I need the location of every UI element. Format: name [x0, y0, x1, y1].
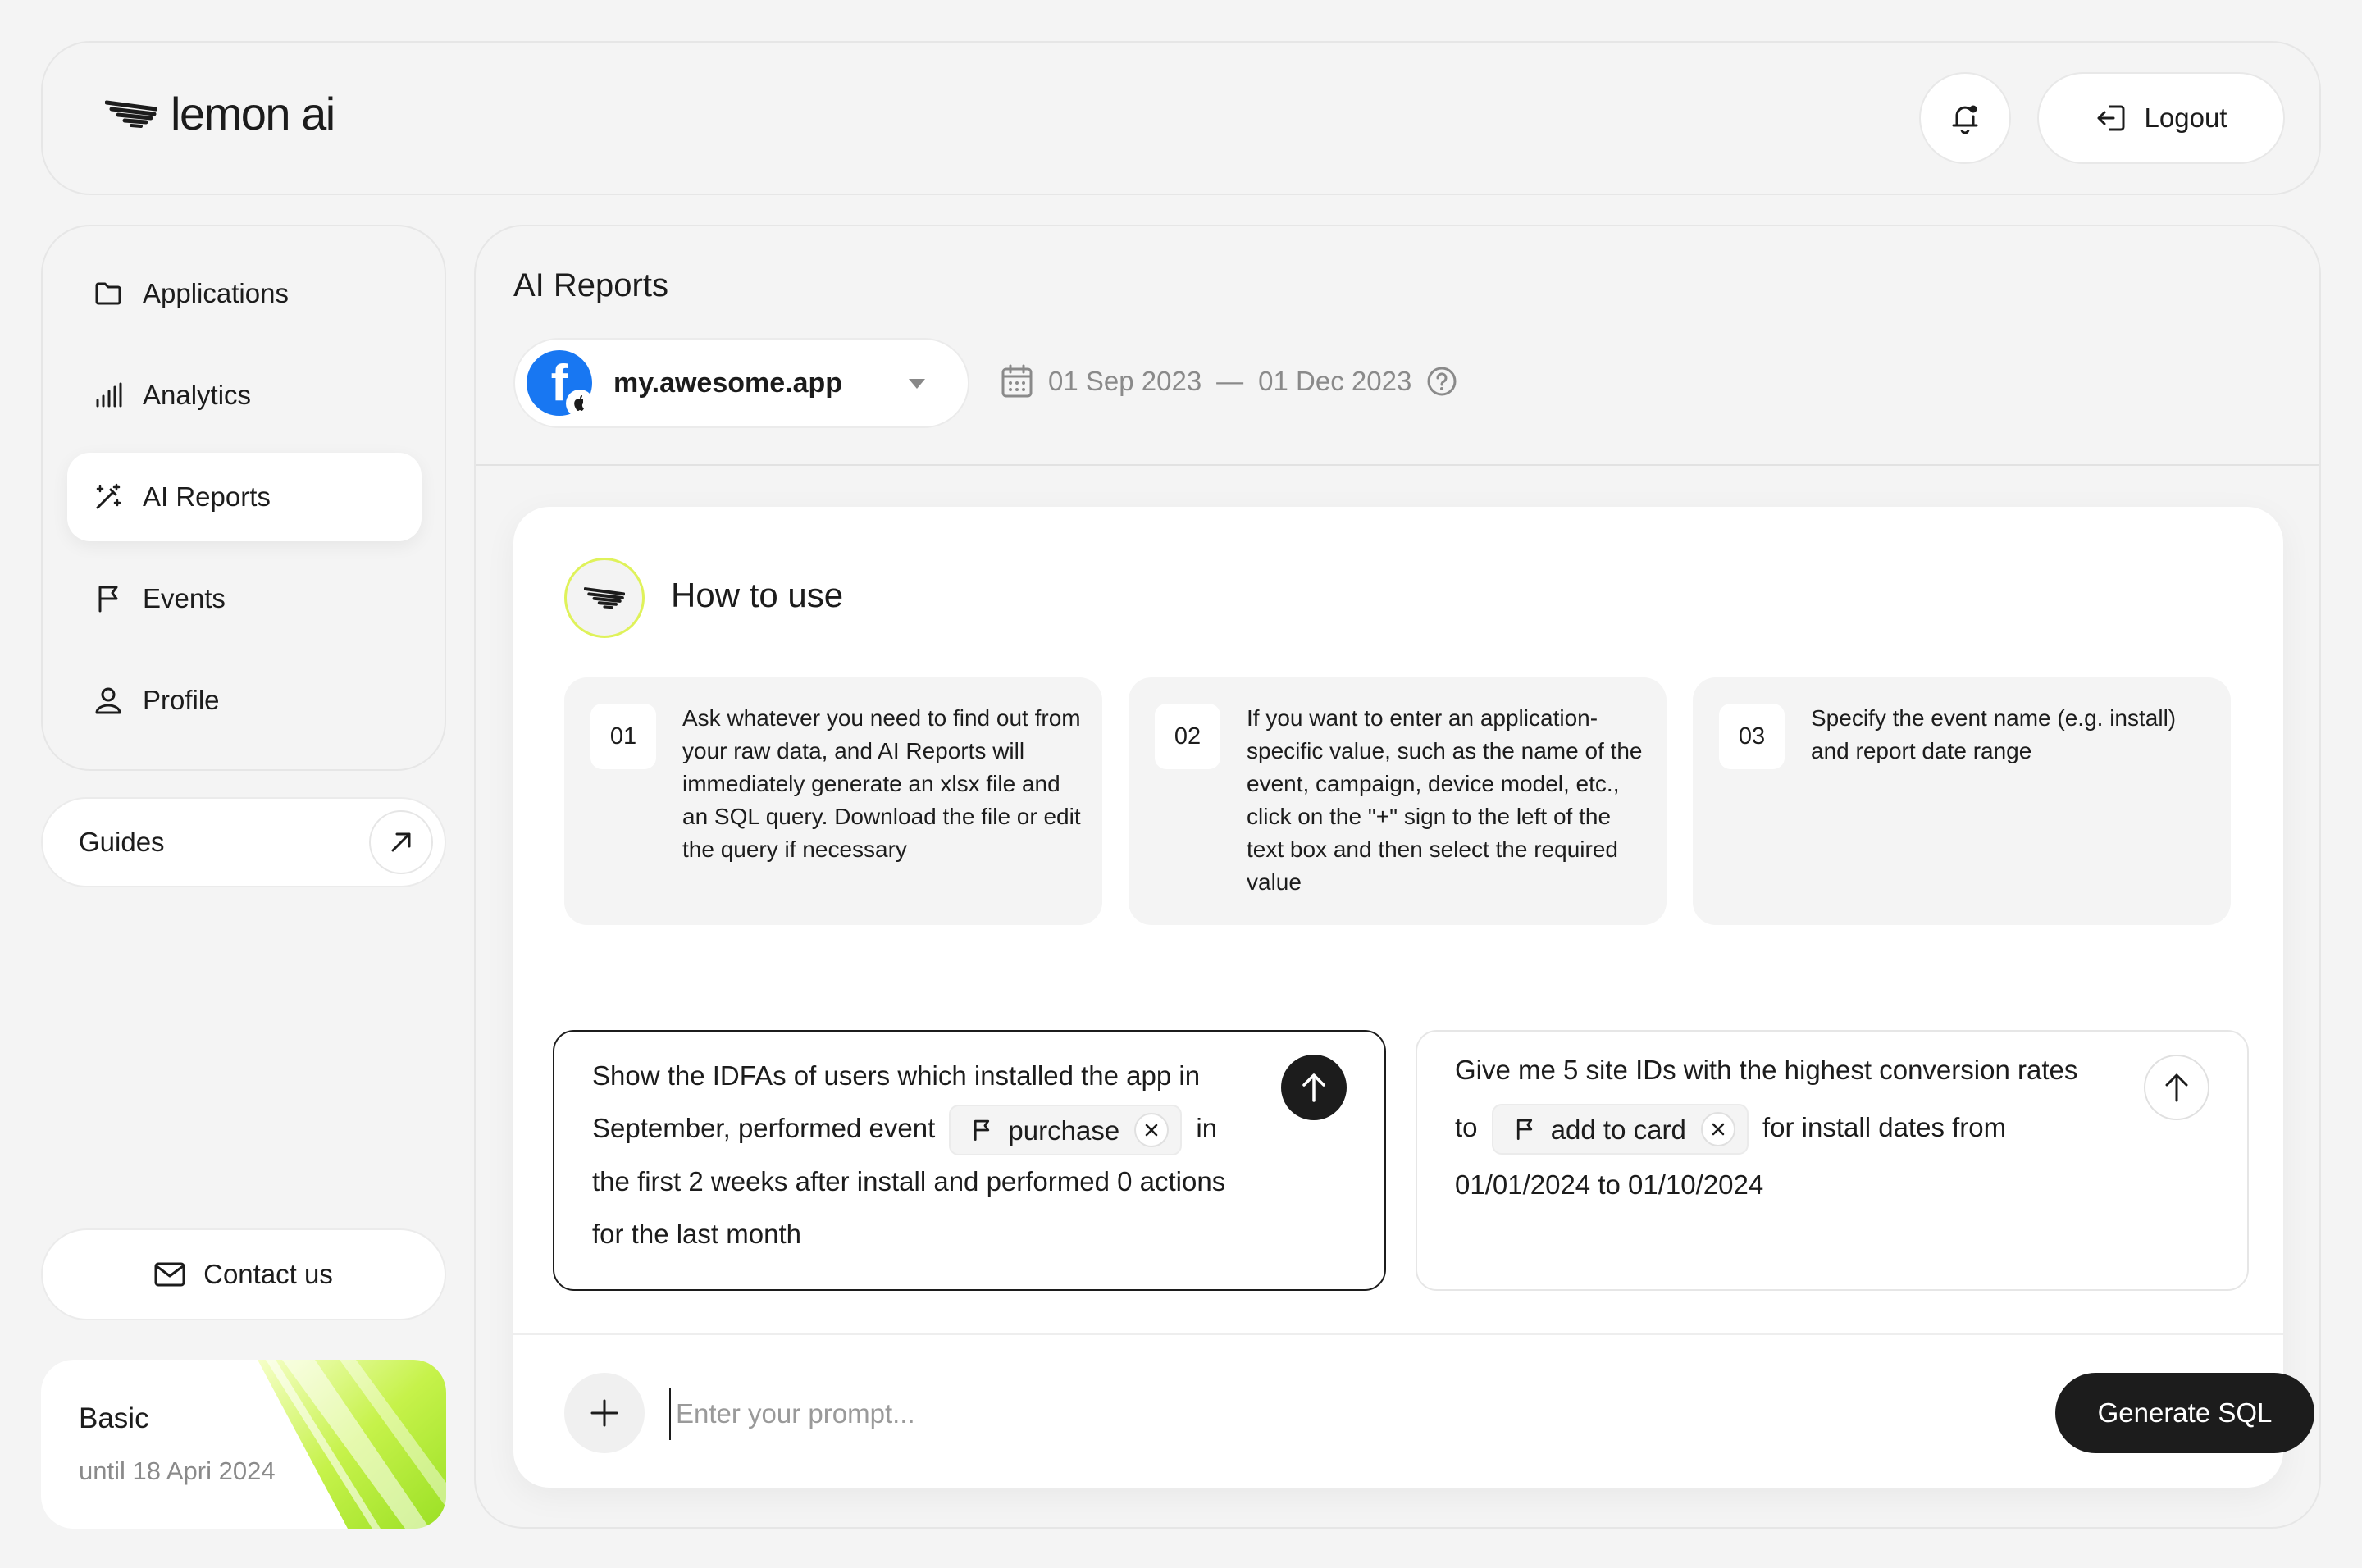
arrow-up-icon — [1302, 1073, 1325, 1102]
folder-icon — [95, 282, 121, 305]
plus-icon — [590, 1399, 618, 1427]
add-value-button[interactable] — [564, 1373, 645, 1453]
step-text: Specify the event name (e.g. install) an… — [1811, 705, 2177, 763]
how-to-step: 01 Ask whatever you need to find out fro… — [564, 677, 1102, 925]
how-to-step: 03 Specify the event name (e.g. install)… — [1693, 677, 2231, 925]
plan-card: Basic until 18 Apri 2024 — [41, 1360, 446, 1529]
date-end: 01 Dec 2023 — [1258, 366, 1412, 396]
top-header: lemon ai Logout — [41, 41, 2321, 195]
event-chip[interactable]: add to card — [1491, 1104, 1749, 1155]
flag-icon — [1516, 1119, 1532, 1141]
brand-logo[interactable]: lemon ai — [105, 87, 335, 140]
date-start: 01 Sep 2023 — [1048, 366, 1202, 396]
sidebar-item-ai-reports[interactable]: AI Reports — [67, 453, 422, 541]
apple-icon — [566, 390, 594, 417]
sidebar-item-events[interactable]: Events — [67, 554, 422, 643]
sidebar-item-applications[interactable]: Applications — [67, 249, 422, 338]
guides-link[interactable]: Guides — [41, 797, 446, 887]
date-range-picker[interactable]: 01 Sep 2023 — 01 Dec 2023 — [1001, 364, 1457, 399]
sidebar-item-label: AI Reports — [143, 481, 271, 512]
arrow-up-icon — [2165, 1073, 2188, 1102]
help-icon[interactable] — [1426, 366, 1457, 397]
lime-rays-decoration — [258, 1360, 446, 1529]
step-number: 03 — [1719, 704, 1785, 769]
sidebar-item-label: Profile — [143, 685, 220, 715]
example-prompt[interactable]: Give me 5 site IDs with the highest conv… — [1416, 1030, 2249, 1291]
plan-expiry: until 18 Apri 2024 — [79, 1456, 276, 1485]
sidebar-item-label: Applications — [143, 278, 289, 308]
page-title: AI Reports — [513, 267, 668, 303]
app-select-value: my.awesome.app — [613, 367, 843, 399]
step-text: If you want to enter an application-spec… — [1247, 705, 1643, 895]
external-arrow-icon — [369, 810, 433, 874]
sidebar-item-profile[interactable]: Profile — [67, 656, 422, 745]
how-to-step: 02 If you want to enter an application-s… — [1129, 677, 1667, 925]
notifications-button[interactable] — [1919, 72, 2011, 164]
step-text: Ask whatever you need to find out from y… — [682, 705, 1081, 862]
flag-icon — [974, 1120, 990, 1142]
section-divider — [476, 464, 2319, 466]
remove-chip-button[interactable] — [1134, 1113, 1170, 1148]
sidebar-nav: Applications Analytics AI Reports Events… — [41, 225, 446, 771]
sidebar-item-label: Analytics — [143, 380, 252, 410]
remove-chip-button[interactable] — [1700, 1112, 1735, 1147]
facebook-app-icon: f — [527, 350, 594, 417]
close-icon — [1145, 1124, 1158, 1137]
prompt-divider — [513, 1333, 2283, 1335]
flag-icon — [98, 586, 118, 613]
plan-name: Basic — [79, 1402, 149, 1434]
sidebar-item-label: Events — [143, 583, 226, 613]
user-icon — [95, 687, 121, 714]
ai-reports-card: How to use 01 Ask whatever you need to f… — [513, 507, 2314, 1488]
step-number: 02 — [1155, 704, 1220, 769]
brand-name: lemon ai — [171, 88, 335, 139]
date-separator: — — [1216, 366, 1244, 396]
logout-button[interactable]: Logout — [2037, 72, 2285, 164]
wing-logo-icon — [564, 558, 645, 638]
prompt-input[interactable] — [669, 1388, 1899, 1440]
calendar-icon — [1001, 364, 1033, 398]
how-to-title: How to use — [671, 576, 844, 614]
chip-label: add to card — [1550, 1114, 1686, 1145]
app-select[interactable]: f my.awesome.app — [513, 338, 969, 428]
example-prompt[interactable]: Show the IDFAs of users which installed … — [553, 1030, 1386, 1291]
generate-sql-button[interactable]: Generate SQL — [2055, 1373, 2314, 1453]
chevron-down-icon — [909, 379, 925, 389]
mail-icon — [154, 1262, 185, 1287]
use-example-button[interactable] — [1281, 1055, 1347, 1120]
step-number: 01 — [590, 704, 656, 769]
logout-label: Logout — [2144, 103, 2227, 133]
event-chip[interactable]: purchase — [949, 1105, 1183, 1156]
main-panel: AI Reports f my.awesome.app 01 Sep 2023 … — [474, 225, 2321, 1529]
guides-label: Guides — [79, 827, 165, 857]
logout-icon — [2097, 105, 2125, 131]
sidebar-item-analytics[interactable]: Analytics — [67, 351, 422, 440]
close-icon — [1712, 1124, 1725, 1136]
contact-us-label: Contact us — [203, 1259, 333, 1289]
use-example-button[interactable] — [2144, 1055, 2209, 1120]
bell-icon — [1952, 105, 1978, 134]
chip-label: purchase — [1008, 1114, 1120, 1146]
magic-wand-icon — [96, 483, 121, 509]
contact-us-button[interactable]: Contact us — [41, 1228, 446, 1320]
wing-logo-icon — [105, 100, 157, 128]
bar-chart-icon — [96, 382, 122, 408]
